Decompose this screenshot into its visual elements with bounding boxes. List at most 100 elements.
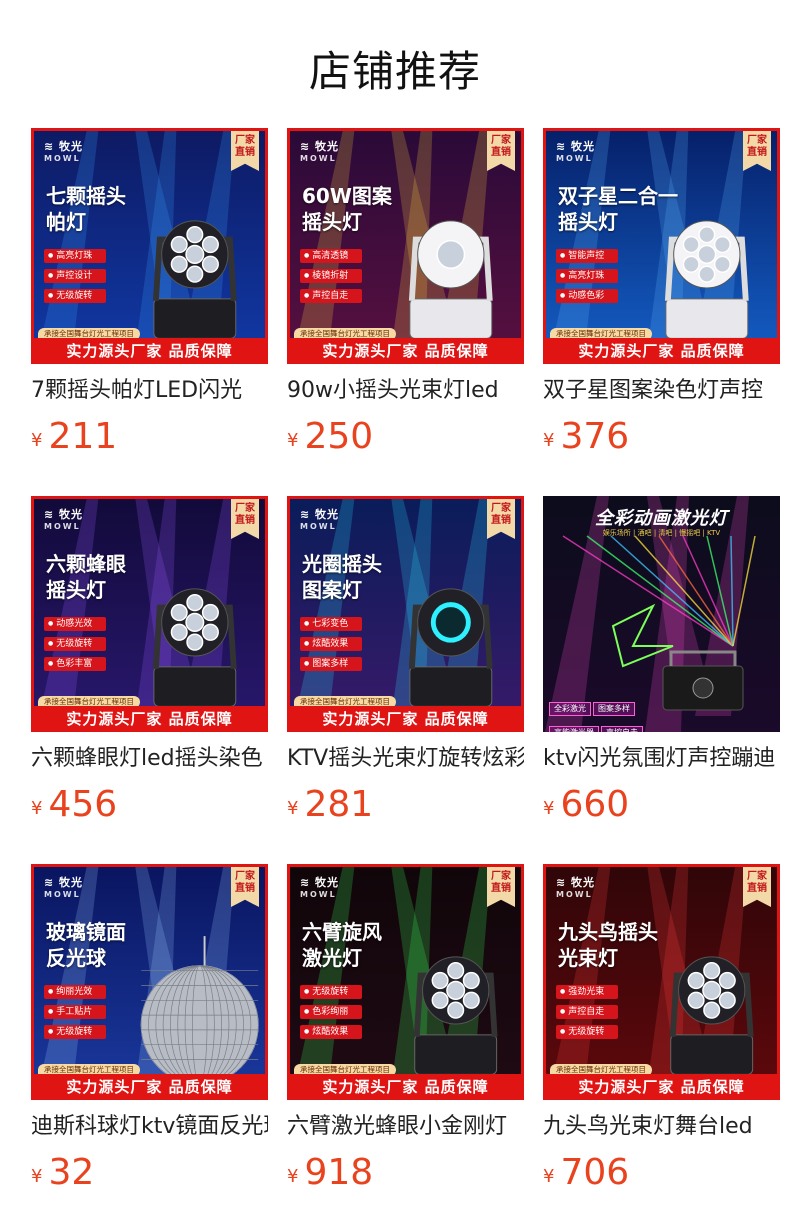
product-image[interactable]: 全彩动画激光灯 娱乐场所 | 酒吧 | 清吧 | 慢摇吧 | KTV 全彩激光 图案多…	[543, 496, 780, 732]
feature-list: 强劲光束声控自走无级旋转	[556, 985, 618, 1045]
quality-banner: 实力源头厂家 品质保障	[34, 338, 265, 364]
brand-name: ≋ 牧光	[44, 140, 84, 153]
product-price: ¥456	[31, 785, 117, 831]
product-image[interactable]: ≋ 牧光MOWL厂家直销光圈摇头 图案灯七彩变色炫酷效果图案多样承接全国舞台灯光…	[287, 496, 524, 732]
quality-banner: 实力源头厂家 品质保障	[290, 1074, 521, 1100]
feature-list: 七彩变色炫酷效果图案多样	[300, 617, 362, 677]
image-headline: 全彩动画激光灯	[595, 508, 728, 529]
feature-tag: 炫酷效果	[300, 637, 362, 651]
quality-banner: 实力源头厂家 品质保障	[290, 338, 521, 364]
brand-sub: MOWL	[44, 154, 81, 163]
product-card[interactable]: ≋ 牧光MOWL厂家直销六臂旋风 激光灯无级旋转色彩绚丽炫酷效果承接全国舞台灯光…	[287, 864, 524, 1204]
image-headline: 60W图案 摇头灯	[302, 184, 392, 234]
feature-tag: 高清透镜	[300, 249, 362, 263]
product-name[interactable]: 双子星图案染色灯声控	[543, 377, 780, 405]
feature-tag: 无级旋转	[556, 1025, 618, 1039]
product-price: ¥376	[543, 417, 629, 463]
product-name[interactable]: KTV摇头光束灯旋转炫彩	[287, 745, 524, 773]
feature-tag: 无级旋转	[300, 985, 362, 999]
image-headline: 六臂旋风 激光灯	[302, 920, 382, 970]
feature-list: 动感光效无级旋转色彩丰富	[44, 617, 106, 677]
feature-tag: 高能激光器	[549, 726, 599, 732]
price-value: 376	[560, 416, 630, 457]
product-name[interactable]: 九头鸟光束灯舞台led	[543, 1113, 780, 1141]
brand-name: ≋ 牧光	[556, 140, 596, 153]
feature-tag: 声控自走	[556, 1005, 618, 1019]
brand-sub: MOWL	[300, 154, 337, 163]
feature-list: 高清透镜棱镜折射声控自走	[300, 249, 362, 309]
product-image[interactable]: ≋ 牧光MOWL厂家直销六颗蜂眼 摇头灯动感光效无级旋转色彩丰富承接全国舞台灯光…	[31, 496, 268, 732]
product-name[interactable]: 90w小摇头光束灯led	[287, 377, 524, 405]
product-price: ¥706	[543, 1153, 629, 1199]
quality-banner: 实力源头厂家 品质保障	[546, 1074, 777, 1100]
product-card[interactable]: ≋ 牧光MOWL厂家直销双子星二合一 摇头灯智能声控高亮灯珠动感色彩承接全国舞台…	[543, 128, 780, 468]
feature-tag: 色彩丰富	[44, 657, 106, 671]
product-price: ¥918	[287, 1153, 373, 1199]
product-name[interactable]: 迪斯科球灯ktv镜面反光球	[31, 1113, 268, 1141]
page-title: 店铺推荐	[308, 47, 481, 96]
feature-tag: 手工贴片	[44, 1005, 106, 1019]
product-card[interactable]: ≋ 牧光MOWL厂家直销光圈摇头 图案灯七彩变色炫酷效果图案多样承接全国舞台灯光…	[287, 496, 524, 836]
brand-logo: ≋ 牧光 MOWL	[300, 509, 339, 533]
currency-symbol: ¥	[543, 430, 555, 451]
product-card[interactable]: 全彩动画激光灯 娱乐场所 | 酒吧 | 清吧 | 慢摇吧 | KTV 全彩激光 图案多…	[543, 496, 780, 836]
feature-list: 智能声控高亮灯珠动感色彩	[556, 249, 618, 309]
product-image[interactable]: ≋ 牧光MOWL厂家直销六臂旋风 激光灯无级旋转色彩绚丽炫酷效果承接全国舞台灯光…	[287, 864, 524, 1100]
product-image[interactable]: ≋ 牧光MOWL厂家直销双子星二合一 摇头灯智能声控高亮灯珠动感色彩承接全国舞台…	[543, 128, 780, 364]
product-name[interactable]: 六颗蜂眼灯led摇头染色	[31, 745, 268, 773]
currency-symbol: ¥	[31, 798, 43, 819]
product-name[interactable]: 六臂激光蜂眼小金刚灯	[287, 1113, 524, 1141]
currency-symbol: ¥	[287, 430, 299, 451]
image-subtitle: 娱乐场所 | 酒吧 | 清吧 | 慢摇吧 | KTV	[602, 529, 721, 537]
product-image[interactable]: ≋ 牧光MOWL厂家直销九头鸟摇头 光束灯强劲光束声控自走无级旋转承接全国舞台灯…	[543, 864, 780, 1100]
currency-symbol: ¥	[31, 1166, 43, 1187]
product-name[interactable]: 7颗摇头帕灯LED闪光	[31, 377, 268, 405]
brand-name: ≋ 牧光	[300, 508, 340, 521]
currency-symbol: ¥	[543, 1166, 555, 1187]
brand-sub: MOWL	[44, 890, 81, 899]
feature-tag: 声控自走	[300, 289, 362, 303]
currency-symbol: ¥	[287, 1166, 299, 1187]
brand-logo: ≋ 牧光 MOWL	[44, 509, 83, 533]
product-card[interactable]: ≋ 牧光MOWL厂家直销六颗蜂眼 摇头灯动感光效无级旋转色彩丰富承接全国舞台灯光…	[31, 496, 268, 836]
price-value: 211	[48, 416, 118, 457]
feature-tag: 高亮灯珠	[556, 269, 618, 283]
product-card[interactable]: ≋ 牧光MOWL厂家直销玻璃镜面 反光球绚丽光效手工贴片无级旋转承接全国舞台灯光…	[31, 864, 268, 1204]
product-name[interactable]: ktv闪光氛围灯声控蹦迪	[543, 745, 780, 773]
feature-tag: 炫酷效果	[300, 1025, 362, 1039]
feature-tag: 声控自走	[601, 726, 643, 732]
brand-sub: MOWL	[300, 890, 337, 899]
price-value: 456	[48, 784, 118, 825]
quality-banner: 实力源头厂家 品质保障	[34, 1074, 265, 1100]
feature-tag: 无级旋转	[44, 289, 106, 303]
product-image[interactable]: ≋ 牧光MOWL厂家直销七颗摇头 帕灯高亮灯珠声控设计无级旋转承接全国舞台灯光工…	[31, 128, 268, 364]
image-headline: 玻璃镜面 反光球	[46, 920, 126, 970]
product-image[interactable]: ≋ 牧光MOWL厂家直销60W图案 摇头灯高清透镜棱镜折射声控自走承接全国舞台灯…	[287, 128, 524, 364]
feature-tag: 七彩变色	[300, 617, 362, 631]
quality-banner: 实力源头厂家 品质保障	[290, 706, 521, 732]
feature-tag: 动感色彩	[556, 289, 618, 303]
image-headline: 七颗摇头 帕灯	[46, 184, 126, 234]
brand-sub: MOWL	[44, 522, 81, 531]
product-card[interactable]: ≋ 牧光MOWL厂家直销七颗摇头 帕灯高亮灯珠声控设计无级旋转承接全国舞台灯光工…	[31, 128, 268, 468]
image-headline: 双子星二合一 摇头灯	[558, 184, 678, 234]
product-price: ¥211	[31, 417, 117, 463]
feature-tag: 全彩激光	[549, 702, 591, 716]
feature-list: 绚丽光效手工贴片无级旋转	[44, 985, 106, 1045]
product-card[interactable]: ≋ 牧光MOWL厂家直销九头鸟摇头 光束灯强劲光束声控自走无级旋转承接全国舞台灯…	[543, 864, 780, 1204]
brand-logo: ≋ 牧光 MOWL	[44, 141, 83, 165]
image-headline: 光圈摇头 图案灯	[302, 552, 382, 602]
product-image[interactable]: ≋ 牧光MOWL厂家直销玻璃镜面 反光球绚丽光效手工贴片无级旋转承接全国舞台灯光…	[31, 864, 268, 1100]
brand-logo: ≋ 牧光 MOWL	[44, 877, 83, 901]
brand-sub: MOWL	[556, 154, 593, 163]
product-card[interactable]: ≋ 牧光MOWL厂家直销60W图案 摇头灯高清透镜棱镜折射声控自走承接全国舞台灯…	[287, 128, 524, 468]
feature-tag: 声控设计	[44, 269, 106, 283]
feature-tag: 色彩绚丽	[300, 1005, 362, 1019]
product-price: ¥281	[287, 785, 373, 831]
feature-tag: 高亮灯珠	[44, 249, 106, 263]
feature-list: 无级旋转色彩绚丽炫酷效果	[300, 985, 362, 1045]
brand-name: ≋ 牧光	[556, 876, 596, 889]
feature-tag: 动感光效	[44, 617, 106, 631]
brand-logo: ≋ 牧光 MOWL	[300, 877, 339, 901]
brand-name: ≋ 牧光	[300, 876, 340, 889]
